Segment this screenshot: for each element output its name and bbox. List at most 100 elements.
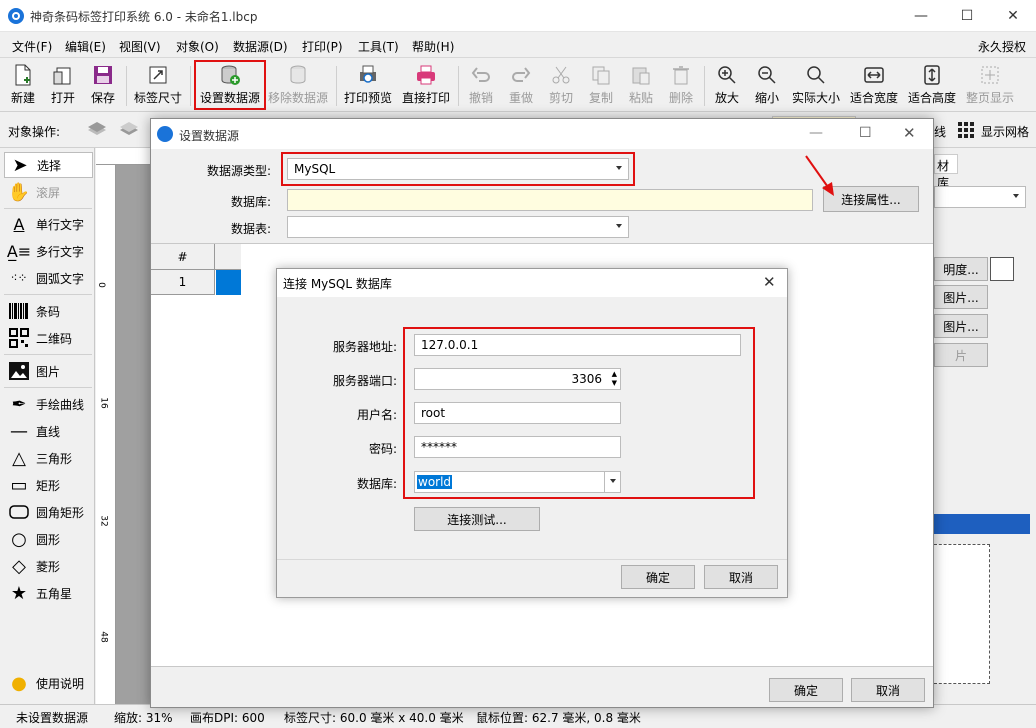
username-input[interactable]: root (414, 402, 621, 424)
layer-up-icon[interactable] (86, 120, 108, 140)
server-address-input[interactable]: 127.0.0.1 (414, 334, 741, 356)
database-field[interactable] (287, 189, 813, 211)
menu-view[interactable]: 视图(V) (119, 38, 161, 55)
status-label-size: 标签尺寸: 60.0 毫米 x 40.0 毫米 (284, 711, 464, 725)
tool-scroll[interactable]: ✋ 滚屏 (4, 179, 93, 205)
status-zoom: 缩放: 31% (114, 711, 173, 725)
menu-datasource[interactable]: 数据源(D) (233, 38, 288, 55)
database-label: 数据库: (230, 195, 271, 209)
color-swatch[interactable] (990, 257, 1014, 281)
direct-print-button[interactable]: 直接打印 (400, 60, 452, 110)
grid-row-header[interactable]: 1 (151, 270, 215, 295)
zoom-out-button[interactable]: 缩小 (750, 60, 784, 110)
cut-button[interactable]: 剪切 (544, 60, 578, 110)
minimize-button[interactable]: — (898, 0, 944, 32)
chevron-down-icon (610, 479, 616, 483)
undo-button[interactable]: 撤销 (464, 60, 498, 110)
tool-rounded-rectangle[interactable]: 圆角矩形 (4, 499, 93, 525)
datasource-type-select[interactable]: MySQL (287, 158, 629, 180)
table-select[interactable] (287, 216, 629, 238)
fit-page-button[interactable]: 整页显示 (964, 60, 1016, 110)
tool-circle[interactable]: ○ 圆形 (4, 526, 93, 552)
password-input[interactable]: ****** (414, 436, 621, 458)
dialog-maximize-button[interactable]: ☐ (859, 125, 872, 141)
opacity-button[interactable]: 明度... (934, 257, 988, 281)
menu-help[interactable]: 帮助(H) (412, 38, 454, 55)
circle-icon: ○ (11, 528, 27, 550)
tool-rectangle[interactable]: ▭ 矩形 (4, 472, 93, 498)
tool-image[interactable]: 图片 (4, 358, 93, 384)
spinner-arrows-icon[interactable]: ▲ ▼ (612, 370, 617, 388)
tool-separator (4, 294, 92, 295)
lightbulb-icon: ● (11, 672, 27, 694)
grid-icon[interactable] (957, 121, 975, 139)
mysql-cancel-button[interactable]: 取消 (704, 565, 778, 589)
menu-print[interactable]: 打印(P) (302, 38, 343, 55)
remove-datasource-button[interactable]: 移除数据源 (266, 60, 330, 110)
close-button[interactable]: ✕ (990, 0, 1036, 32)
delete-button[interactable]: 删除 (664, 60, 698, 110)
redo-icon (510, 64, 532, 86)
mysql-connection-dialog: 连接 MySQL 数据库 ✕ 服务器地址: 127.0.0.1 服务器端口: 3… (276, 268, 788, 598)
panel-header-bar (934, 514, 1030, 534)
new-button[interactable]: 新建 (6, 60, 40, 110)
new-file-icon (12, 64, 34, 86)
grid-selected-cell[interactable] (216, 270, 241, 295)
paste-button[interactable]: 粘贴 (624, 60, 658, 110)
print-preview-button[interactable]: 打印预览 (342, 60, 394, 110)
test-connection-button[interactable]: 连接测试... (414, 507, 540, 531)
tool-panel: ➤ 选择 ✋ 滚屏 A 单行文字 A̲≡ 多行文字 ⁖⁘ 圆弧文字 条码 二维码 图片 ✒… (0, 148, 95, 704)
image-button-2[interactable]: 图片... (934, 314, 988, 338)
line-toggle-label[interactable]: 线 (934, 123, 946, 140)
fit-height-button[interactable]: 适合高度 (906, 60, 958, 110)
dialog-minimize-button[interactable]: — (809, 125, 823, 141)
save-button[interactable]: 保存 (86, 60, 120, 110)
right-panel-combo[interactable] (934, 186, 1026, 208)
multiline-text-icon: A̲≡ (6, 241, 32, 261)
star-icon: ★ (10, 582, 28, 604)
fit-width-button[interactable]: 适合宽度 (848, 60, 900, 110)
menu-edit[interactable]: 编辑(E) (65, 38, 106, 55)
mysql-database-combobox[interactable]: world (414, 471, 621, 493)
menu-tools[interactable]: 工具(T) (358, 38, 399, 55)
rounded-rectangle-icon (8, 501, 30, 523)
show-grid-toggle[interactable]: 显示网格 (981, 123, 1029, 140)
tool-triangle[interactable]: △ 三角形 (4, 445, 93, 471)
server-port-spinbox[interactable]: 3306 ▲ ▼ (414, 368, 621, 390)
zoom-in-button[interactable]: 放大 (710, 60, 744, 110)
hand-icon: ✋ (7, 181, 31, 203)
tool-barcode[interactable]: 条码 (4, 298, 93, 324)
print-preview-icon (357, 64, 379, 86)
menu-object[interactable]: 对象(O) (176, 38, 219, 55)
tool-select[interactable]: ➤ 选择 (4, 152, 93, 178)
maximize-button[interactable]: ☐ (944, 0, 990, 32)
mysql-ok-button[interactable]: 确定 (621, 565, 695, 589)
actual-size-button[interactable]: 实际大小 (790, 60, 842, 110)
menu-bar: 文件(F) 编辑(E) 视图(V) 对象(O) 数据源(D) 打印(P) 工具(… (0, 32, 1036, 58)
layer-down-icon[interactable] (118, 120, 140, 140)
open-button[interactable]: 打开 (46, 60, 80, 110)
server-address-label: 服务器地址: (332, 340, 397, 354)
tool-qrcode[interactable]: 二维码 (4, 325, 93, 351)
menu-file[interactable]: 文件(F) (12, 38, 52, 55)
image-button-1[interactable]: 图片... (934, 285, 988, 309)
tool-separator (4, 354, 92, 355)
help-guide-button[interactable]: ● 使用说明 (4, 670, 93, 696)
dropdown-button[interactable] (604, 472, 620, 492)
tool-freehand[interactable]: ✒ 手绘曲线 (4, 391, 93, 417)
image-button-3[interactable]: 片 (934, 343, 988, 367)
copy-button[interactable]: 复制 (584, 60, 618, 110)
mysql-dialog-close-button[interactable]: ✕ (763, 273, 776, 291)
datasource-ok-button[interactable]: 确定 (769, 678, 843, 702)
tab-material-library[interactable]: 材库 (934, 154, 958, 190)
tool-diamond[interactable]: ◇ 菱形 (4, 553, 93, 579)
tool-multi-line-text[interactable]: A̲≡ 多行文字 (4, 238, 93, 264)
tool-star[interactable]: ★ 五角星 (4, 580, 93, 606)
tool-line[interactable]: — 直线 (4, 418, 93, 444)
tool-single-line-text[interactable]: A 单行文字 (4, 211, 93, 237)
datasource-cancel-button[interactable]: 取消 (851, 678, 925, 702)
label-size-button[interactable]: 标签尺寸 (132, 60, 184, 110)
tool-arc-text[interactable]: ⁖⁘ 圆弧文字 (4, 265, 93, 291)
redo-button[interactable]: 重做 (504, 60, 538, 110)
dialog-close-button[interactable]: ✕ (903, 124, 916, 142)
